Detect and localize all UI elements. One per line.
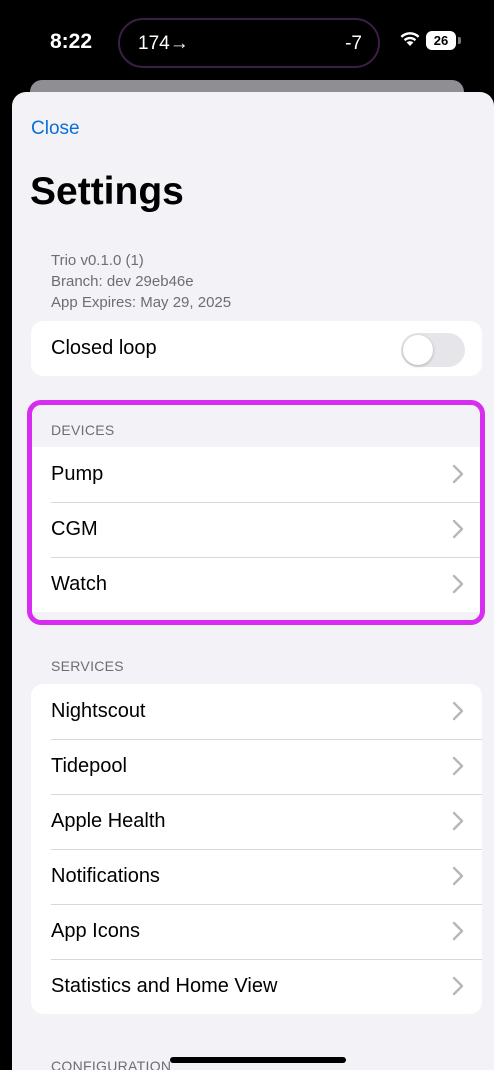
devices-card: Pump CGM Watch xyxy=(31,447,482,612)
services-card: Nightscout Tidepool Apple Health Notific… xyxy=(31,684,482,1014)
list-item-label: Nightscout xyxy=(51,700,146,722)
chevron-right-icon xyxy=(452,811,464,831)
home-indicator[interactable] xyxy=(170,1057,346,1063)
chevron-right-icon xyxy=(452,866,464,886)
list-item-label: Pump xyxy=(51,463,104,485)
devices-item-pump[interactable]: Pump xyxy=(31,447,482,502)
list-item-label: CGM xyxy=(51,518,98,540)
chevron-right-icon xyxy=(452,574,464,594)
dynamic-island[interactable]: 174→ -7 xyxy=(118,18,380,68)
closed-loop-card: Closed loop xyxy=(31,321,482,376)
expiry-line: App Expires: May 29, 2025 xyxy=(51,294,232,311)
devices-item-watch[interactable]: Watch xyxy=(31,557,482,612)
battery-icon: 26 xyxy=(426,31,456,50)
closed-loop-row: Closed loop xyxy=(31,321,482,376)
services-item-nightscout[interactable]: Nightscout xyxy=(31,684,482,739)
closed-loop-toggle[interactable] xyxy=(401,333,465,367)
status-bar: 8:22 174→ -7 26 xyxy=(0,0,494,86)
list-item-label: Watch xyxy=(51,573,107,595)
toggle-knob xyxy=(403,335,433,365)
settings-sheet: Close Settings Trio v0.1.0 (1) Branch: d… xyxy=(12,92,494,1070)
chevron-right-icon xyxy=(452,756,464,776)
chevron-right-icon xyxy=(452,976,464,996)
list-item-label: App Icons xyxy=(51,920,140,942)
version-line: Trio v0.1.0 (1) xyxy=(51,252,144,269)
services-item-tidepool[interactable]: Tidepool xyxy=(31,739,482,794)
island-delta-value: -7 xyxy=(345,33,362,54)
services-item-apple-health[interactable]: Apple Health xyxy=(31,794,482,849)
list-item-label: Statistics and Home View xyxy=(51,975,278,997)
chevron-right-icon xyxy=(452,701,464,721)
close-button[interactable]: Close xyxy=(31,118,80,140)
list-item-label: Tidepool xyxy=(51,755,127,777)
page-title: Settings xyxy=(30,170,184,213)
list-item-label: Apple Health xyxy=(51,810,166,832)
status-time: 8:22 xyxy=(50,30,93,53)
chevron-right-icon xyxy=(452,519,464,539)
battery-nub xyxy=(458,37,461,44)
services-section-header: SERVICES xyxy=(51,658,124,674)
devices-item-cgm[interactable]: CGM xyxy=(31,502,482,557)
list-item-label: Notifications xyxy=(51,865,160,887)
wifi-icon xyxy=(400,32,420,46)
services-item-app-icons[interactable]: App Icons xyxy=(31,904,482,959)
chevron-right-icon xyxy=(452,464,464,484)
branch-line: Branch: dev 29eb46e xyxy=(51,273,194,290)
island-glucose-value: 174→ xyxy=(138,33,189,54)
services-item-statistics[interactable]: Statistics and Home View xyxy=(31,959,482,1014)
chevron-right-icon xyxy=(452,921,464,941)
version-info: Trio v0.1.0 (1) Branch: dev 29eb46e App … xyxy=(51,250,231,313)
configuration-section-header: CONFIGURATION xyxy=(51,1058,172,1070)
services-item-notifications[interactable]: Notifications xyxy=(31,849,482,904)
devices-section-header: DEVICES xyxy=(51,422,115,438)
closed-loop-label: Closed loop xyxy=(51,337,157,359)
